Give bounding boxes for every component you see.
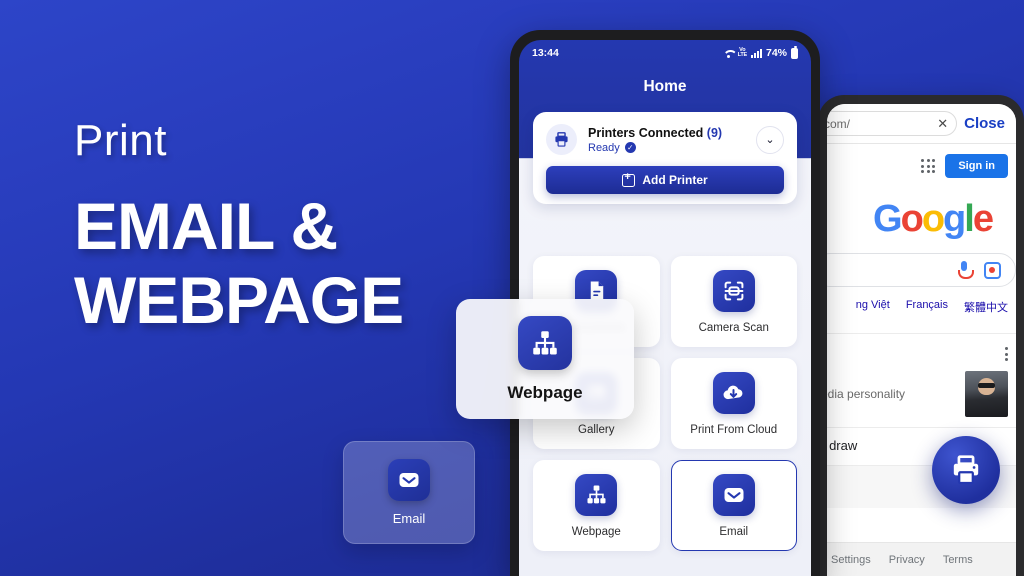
close-icon[interactable]: ✕ <box>937 116 948 132</box>
print-fab-button[interactable] <box>932 436 1000 504</box>
language-links: ng Việt Français 繁體中文 <box>827 287 1016 315</box>
printer-card-title-text: Printers Connected <box>588 125 704 140</box>
printer-status-card[interactable]: Printers Connected (9) Ready ✓ ⌄ Add Pri… <box>533 112 797 204</box>
language-link[interactable]: 繁體中文 <box>964 299 1008 315</box>
browser-toolbar: com/ ✕ Close <box>827 104 1016 144</box>
floating-card-webpage-label: Webpage <box>507 382 583 402</box>
printer-icon <box>546 124 577 155</box>
chevron-down-icon[interactable]: ⌄ <box>756 125 784 154</box>
tile-print-from-cloud[interactable]: Print From Cloud <box>670 358 797 449</box>
news-item-text: media personality <box>827 387 906 401</box>
logo-letter: e <box>972 198 994 240</box>
promo-headline-line2: WEBPAGE <box>74 263 404 338</box>
address-bar[interactable]: com/ ✕ <box>827 111 958 136</box>
promo-headline-line1: EMAIL & <box>74 189 338 264</box>
footer-link-privacy[interactable]: Privacy <box>889 554 925 566</box>
printer-card-status: Ready ✓ <box>588 142 745 154</box>
add-printer-button[interactable]: Add Printer <box>546 166 784 194</box>
logo-letter: o <box>921 198 945 240</box>
battery-icon <box>791 45 798 59</box>
apps-grid-icon[interactable] <box>921 159 936 173</box>
floating-card-email[interactable]: Email <box>343 441 475 544</box>
address-bar-text: com/ <box>827 116 851 131</box>
logo-letter: g <box>943 198 966 240</box>
logo-letter: G <box>873 198 903 240</box>
google-header: Sign in <box>827 144 1016 182</box>
printer-card-row: Printers Connected (9) Ready ✓ ⌄ <box>546 124 784 155</box>
language-link[interactable]: ng Việt <box>856 299 890 315</box>
logo-letter: o <box>900 198 924 240</box>
sitemap-icon <box>518 315 572 370</box>
logo-letter: l <box>964 198 974 240</box>
promo-kicker: Print <box>74 116 167 165</box>
printer-count: (9) <box>706 125 723 140</box>
cloud-download-icon <box>712 371 755 414</box>
tile-webpage[interactable]: Webpage <box>533 460 660 551</box>
printer-status-text: Ready <box>588 141 620 154</box>
status-bar-time: 13:44 <box>532 47 559 59</box>
tile-camera-scan[interactable]: Camera Scan <box>670 256 797 347</box>
language-link[interactable]: Français <box>906 299 948 315</box>
microphone-icon[interactable] <box>958 261 974 279</box>
google-logo: Google <box>827 198 1016 241</box>
news-thumbnail <box>965 371 1008 417</box>
add-icon <box>622 171 636 187</box>
status-bar-indicators: Vo LTE 74% <box>723 45 798 59</box>
page-title: Home <box>643 78 687 95</box>
wifi-icon <box>723 49 734 58</box>
footer-link-settings[interactable]: Settings <box>831 554 871 566</box>
check-badge-icon: ✓ <box>624 142 636 153</box>
floating-card-email-label: Email <box>392 511 426 526</box>
volte-icon: Vo LTE <box>737 47 748 58</box>
close-button[interactable]: Close <box>964 115 1007 132</box>
print-icon <box>953 455 979 485</box>
news-item[interactable]: media personality <box>827 361 1016 428</box>
tile-label: Gallery <box>578 423 615 436</box>
google-lens-icon[interactable] <box>984 261 1001 279</box>
tile-label: Email <box>719 525 749 538</box>
sitemap-icon <box>575 473 618 516</box>
signal-bars-icon <box>750 48 762 58</box>
battery-percent: 74% <box>765 47 787 59</box>
browser-footer: Settings Privacy Terms <box>827 542 1016 576</box>
scan-frame-icon <box>712 269 755 312</box>
status-bar: 13:44 Vo LTE 74% <box>519 40 811 66</box>
printer-card-text: Printers Connected (9) Ready ✓ <box>588 126 745 154</box>
browser-screen: com/ ✕ Close Sign in Google ng Việt Fran… <box>827 104 1016 576</box>
more-vertical-icon[interactable] <box>1005 343 1008 361</box>
google-search-input[interactable] <box>827 253 1016 287</box>
envelope-icon <box>388 459 430 501</box>
tile-label: Camera Scan <box>698 321 769 334</box>
news-header: es <box>827 334 1016 361</box>
tile-email[interactable]: Email <box>670 460 797 551</box>
footer-link-terms[interactable]: Terms <box>943 554 973 566</box>
browser-phone: com/ ✕ Close Sign in Google ng Việt Fran… <box>818 95 1024 576</box>
promo-headline: EMAIL & WEBPAGE <box>74 189 494 338</box>
sign-in-button[interactable]: Sign in <box>945 154 1008 178</box>
floating-card-webpage[interactable]: Webpage <box>456 299 634 419</box>
promo-copy: Print EMAIL & WEBPAGE <box>74 116 494 338</box>
envelope-icon <box>712 473 755 516</box>
tile-label: Webpage <box>571 525 621 538</box>
add-printer-label: Add Printer <box>642 173 708 187</box>
tile-label: Print From Cloud <box>690 423 778 436</box>
printer-card-title: Printers Connected (9) <box>588 126 745 140</box>
